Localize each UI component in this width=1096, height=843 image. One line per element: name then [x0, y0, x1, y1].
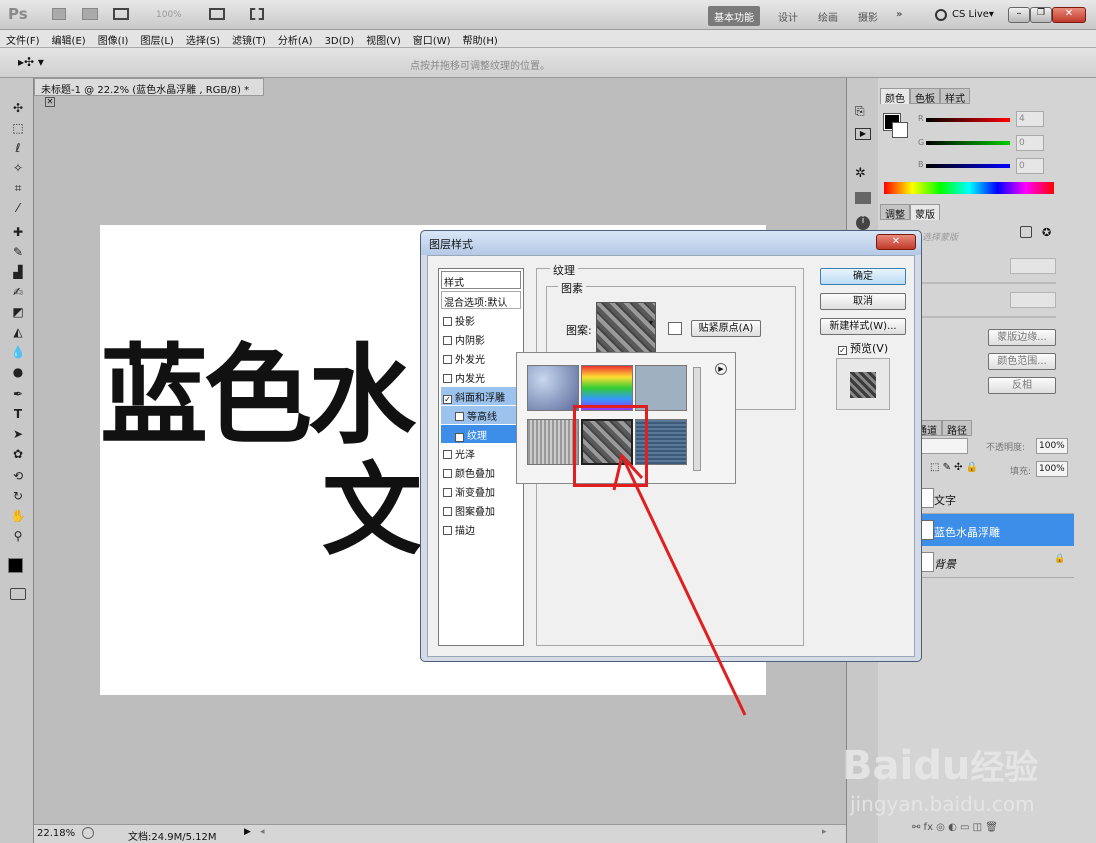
annotation-arrow: [612, 452, 747, 716]
watermark-brand: Bai: [842, 743, 914, 789]
watermark-url: jingyan.baidu.com: [850, 792, 1035, 816]
watermark-brand-du: du: [913, 743, 971, 789]
watermark-brand-cn: 经验: [970, 748, 1039, 788]
baidu-watermark: Baidu经验: [842, 740, 1038, 789]
